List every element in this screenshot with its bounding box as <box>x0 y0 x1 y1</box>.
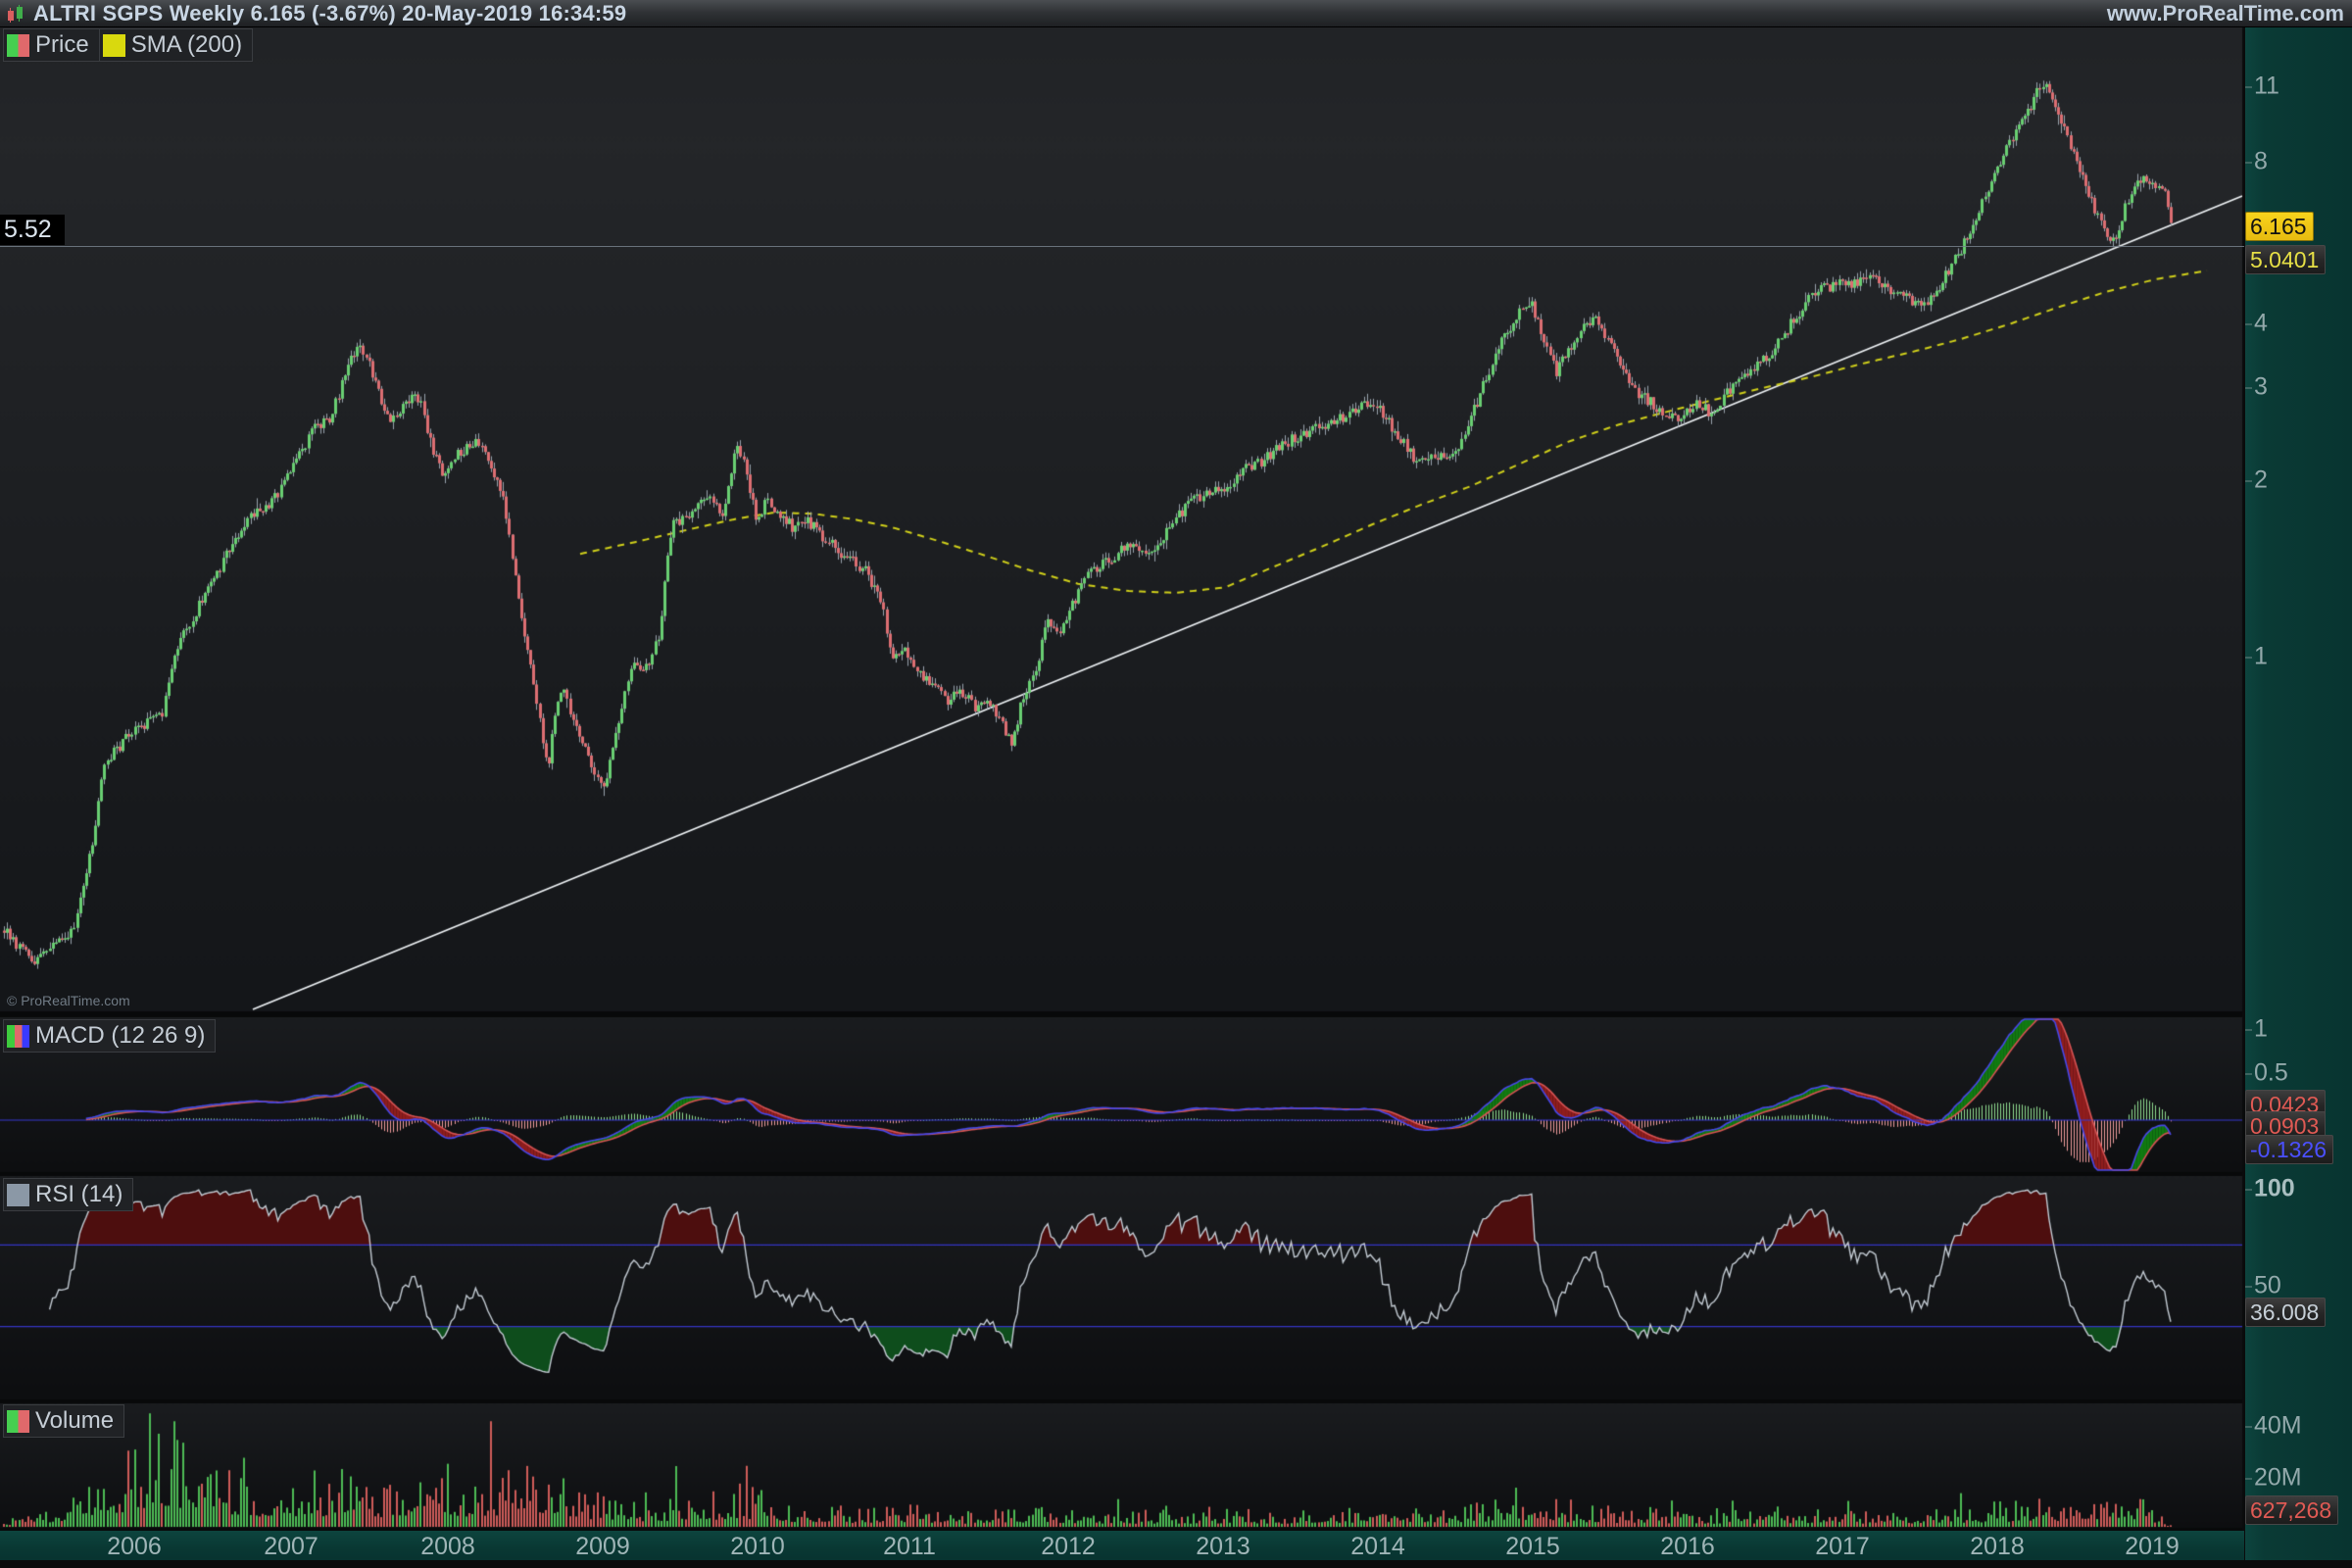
y-axis-tick-label: 1 <box>2254 643 2268 671</box>
price-swatch-icon <box>7 34 29 57</box>
macd-legend-label: MACD (12 26 9) <box>35 1022 205 1050</box>
x-axis-year-label: 2010 <box>730 1533 785 1561</box>
title-bar: ALTRI SGPS Weekly 6.165 (-3.67%) 20-May-… <box>0 0 2352 27</box>
bottom-strip <box>0 1560 2352 1568</box>
x-axis-year-label: 2015 <box>1505 1533 1560 1561</box>
price-legend[interactable]: Price SMA (200) <box>3 28 253 62</box>
x-axis-year-label: 2016 <box>1660 1533 1715 1561</box>
rsi-swatch-icon <box>7 1184 29 1206</box>
value-tag-5.0401: 5.0401 <box>2245 245 2326 274</box>
x-axis-year-label: 2018 <box>1970 1533 2025 1561</box>
watermark: © ProRealTime.com <box>7 993 130 1008</box>
x-axis-year-label: 2013 <box>1196 1533 1250 1561</box>
x-axis-year-label: 2007 <box>264 1533 318 1561</box>
x-axis-year-label: 2006 <box>107 1533 162 1561</box>
sma-legend-label: SMA (200) <box>131 31 242 59</box>
rsi-legend[interactable]: RSI (14) <box>3 1178 133 1211</box>
x-axis-year-label: 2017 <box>1815 1533 1870 1561</box>
sma-swatch-icon <box>103 34 125 57</box>
candlestick-icon <box>7 5 26 23</box>
x-axis-year-label: 2019 <box>2125 1533 2180 1561</box>
y-axis-tick-label: 0.5 <box>2254 1059 2288 1088</box>
website-link[interactable]: www.ProRealTime.com <box>2107 1 2344 26</box>
x-axis-year-label: 2008 <box>420 1533 475 1561</box>
y-axis-tick-label: 11 <box>2254 73 2279 101</box>
value-tag--0.1326: -0.1326 <box>2245 1135 2333 1164</box>
price-legend-label: Price <box>35 31 89 59</box>
macd-swatch-icon <box>7 1025 29 1048</box>
y-axis-tick-label: 100 <box>2254 1175 2295 1203</box>
y-axis-tick-label: 1 <box>2254 1015 2268 1044</box>
x-axis-year-label: 2011 <box>883 1533 936 1561</box>
y-axis-tick-label: 4 <box>2254 310 2268 338</box>
time-axis[interactable] <box>0 1531 2244 1560</box>
y-axis-tick-label: 8 <box>2254 148 2268 176</box>
macd-legend[interactable]: MACD (12 26 9) <box>3 1019 216 1053</box>
level-price-tag: 5.52 <box>0 215 65 245</box>
horizontal-level-line[interactable] <box>0 246 2244 247</box>
rsi-legend-label: RSI (14) <box>35 1181 122 1208</box>
prorealtime-chart-window: ALTRI SGPS Weekly 6.165 (-3.67%) 20-May-… <box>0 0 2352 1568</box>
chart-plot-area[interactable] <box>0 0 2352 1568</box>
chart-title: ALTRI SGPS Weekly 6.165 (-3.67%) 20-May-… <box>33 1 626 26</box>
volume-legend-label: Volume <box>35 1407 114 1435</box>
x-axis-year-label: 2009 <box>575 1533 630 1561</box>
y-axis-tick-label: 50 <box>2254 1272 2281 1300</box>
value-tag-6.165: 6.165 <box>2245 212 2314 241</box>
x-axis-year-label: 2012 <box>1041 1533 1096 1561</box>
y-axis-tick-label: 3 <box>2254 373 2268 402</box>
sma-legend-item[interactable]: SMA (200) <box>99 29 252 61</box>
x-axis-year-label: 2014 <box>1350 1533 1405 1561</box>
volume-swatch-icon <box>7 1410 29 1433</box>
price-legend-item[interactable]: Price <box>4 29 99 61</box>
value-tag-36.008: 36.008 <box>2245 1298 2326 1327</box>
y-axis-tick-label: 2 <box>2254 466 2268 495</box>
y-axis-tick-label: 20M <box>2254 1464 2302 1493</box>
value-tag-627268: 627,268 <box>2245 1495 2338 1525</box>
y-axis-tick-label: 40M <box>2254 1412 2302 1441</box>
volume-legend[interactable]: Volume <box>3 1404 124 1438</box>
